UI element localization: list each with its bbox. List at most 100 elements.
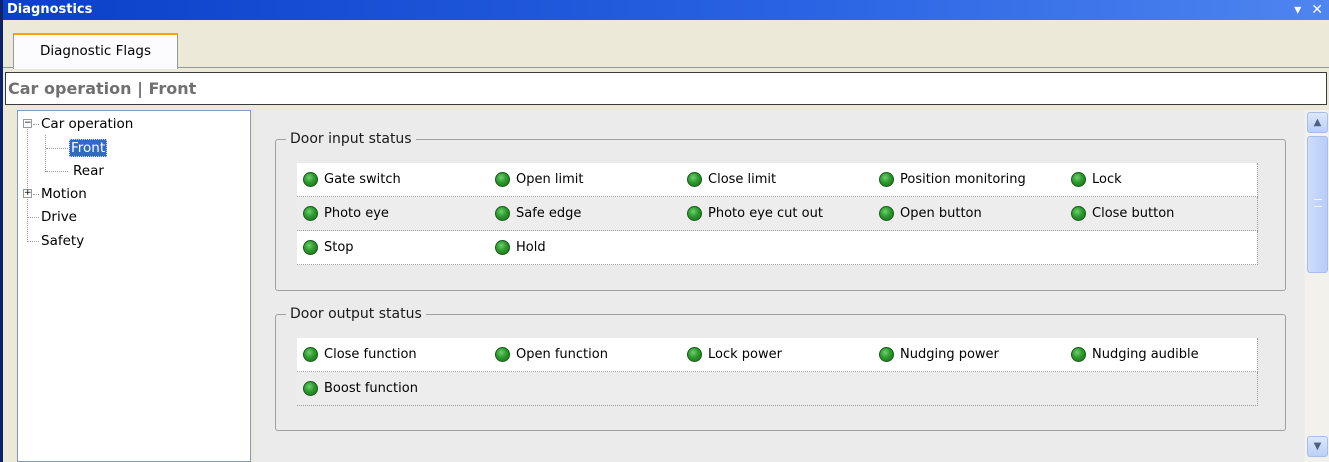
tree-connector: [33, 194, 39, 195]
status-led-icon: [687, 172, 702, 187]
tree-item-car-operation[interactable]: Car operation: [41, 114, 133, 134]
tree-connector: [27, 129, 28, 242]
flag-cell: Close button: [1065, 197, 1258, 231]
scroll-down-icon[interactable]: ▼: [1307, 436, 1328, 457]
expand-icon[interactable]: +: [23, 189, 32, 198]
empty-flag-cell: [1065, 372, 1258, 406]
breadcrumb: Car operation | Front: [5, 72, 1327, 105]
status-led-icon: [879, 347, 894, 362]
flag-label: Close button: [1092, 206, 1175, 221]
flag-label: Lock power: [708, 347, 782, 362]
status-led-icon: [495, 240, 510, 255]
empty-flag-cell: [1065, 231, 1258, 265]
status-led-icon: [303, 206, 318, 221]
flag-label: Hold: [516, 240, 546, 255]
empty-flag-cell: [681, 372, 874, 406]
tree-item-drive[interactable]: Drive: [41, 207, 77, 227]
door-output-status-group: Door output status Close function Open fu…: [275, 305, 1286, 431]
flag-label: Photo eye: [324, 206, 389, 221]
flag-label: Lock: [1092, 172, 1122, 187]
title-bar-buttons: ▾ ✕: [1294, 0, 1323, 20]
flag-label: Open limit: [516, 172, 584, 187]
tree-connector: [28, 241, 39, 242]
status-led-icon: [1071, 347, 1086, 362]
flag-label: Gate switch: [324, 172, 401, 187]
tree-connector: [46, 171, 68, 172]
navigation-tree[interactable]: − Car operation Front Rear + Motion Driv…: [17, 110, 251, 462]
flags-content-area: Door input status Gate switch Open limit C…: [254, 110, 1304, 462]
flag-cell: Photo eye: [297, 197, 490, 231]
flag-label: Open function: [516, 347, 608, 362]
status-led-icon: [303, 381, 318, 396]
flag-cell: Lock power: [681, 338, 874, 372]
flag-cell: Open function: [489, 338, 682, 372]
scrollbar-thumb[interactable]: [1307, 136, 1328, 273]
flag-cell: Nudging power: [873, 338, 1066, 372]
empty-flag-cell: [489, 372, 682, 406]
flag-cell: Close limit: [681, 163, 874, 197]
tree-connector: [46, 148, 68, 149]
flag-label: Stop: [324, 240, 354, 255]
flag-label: Photo eye cut out: [708, 206, 823, 221]
flag-label: Open button: [900, 206, 982, 221]
flag-cell: Photo eye cut out: [681, 197, 874, 231]
scroll-up-icon[interactable]: ▲: [1307, 112, 1328, 133]
door-input-flags-grid: Gate switch Open limit Close limit Position…: [297, 163, 1259, 265]
tree-item-rear[interactable]: Rear: [73, 161, 104, 181]
status-led-icon: [687, 206, 702, 221]
status-led-icon: [1071, 172, 1086, 187]
flag-label: Position monitoring: [900, 172, 1026, 187]
status-led-icon: [879, 206, 894, 221]
tree-connector: [45, 135, 46, 172]
tree-connector: [33, 124, 39, 125]
tree-item-label: Front: [69, 139, 108, 157]
grip-icon: [1314, 199, 1322, 207]
status-led-icon: [495, 206, 510, 221]
door-output-flags-grid: Close function Open function Lock power Nud…: [297, 338, 1259, 406]
status-led-icon: [303, 347, 318, 362]
flag-cell: Position monitoring: [873, 163, 1066, 197]
empty-flag-cell: [681, 231, 874, 265]
flag-cell: Gate switch: [297, 163, 490, 197]
empty-flag-cell: [873, 231, 1066, 265]
flag-cell: Stop: [297, 231, 490, 265]
flag-label: Close function: [324, 347, 417, 362]
flag-cell: Close function: [297, 338, 490, 372]
flag-cell: Boost function: [297, 372, 490, 406]
flag-cell: Safe edge: [489, 197, 682, 231]
empty-flag-cell: [873, 372, 1066, 406]
tree-item-front[interactable]: Front: [69, 138, 108, 158]
door-input-status-group: Door input status Gate switch Open limit C…: [275, 130, 1286, 291]
tree-item-motion[interactable]: Motion: [41, 184, 87, 204]
tree-item-safety[interactable]: Safety: [41, 231, 84, 251]
group-title: Door output status: [286, 305, 426, 323]
status-led-icon: [1071, 206, 1086, 221]
flag-label: Nudging power: [900, 347, 999, 362]
flag-cell: Hold: [489, 231, 682, 265]
status-led-icon: [495, 347, 510, 362]
flag-cell: Open limit: [489, 163, 682, 197]
status-led-icon: [879, 172, 894, 187]
tab-diagnostic-flags[interactable]: Diagnostic Flags: [13, 33, 178, 69]
collapse-icon[interactable]: −: [23, 119, 32, 128]
window-title: Diagnostics: [7, 2, 93, 17]
status-led-icon: [303, 240, 318, 255]
flag-label: Boost function: [324, 381, 418, 396]
tree-connector: [28, 217, 39, 218]
flag-label: Nudging audible: [1092, 347, 1199, 362]
close-icon[interactable]: ✕: [1311, 0, 1323, 20]
diagnostics-window: Diagnostics ▾ ✕ Diagnostic Flags Car ope…: [0, 0, 1329, 462]
flag-label: Close limit: [708, 172, 777, 187]
vertical-scrollbar[interactable]: ▲ ▼: [1304, 110, 1329, 462]
flag-cell: Open button: [873, 197, 1066, 231]
window-menu-icon[interactable]: ▾: [1294, 0, 1301, 20]
flag-label: Safe edge: [516, 206, 582, 221]
status-led-icon: [687, 347, 702, 362]
group-title: Door input status: [286, 130, 416, 148]
flag-cell: Nudging audible: [1065, 338, 1258, 372]
status-led-icon: [303, 172, 318, 187]
title-bar: Diagnostics ▾ ✕: [3, 0, 1329, 20]
flag-cell: Lock: [1065, 163, 1258, 197]
status-led-icon: [495, 172, 510, 187]
tab-strip: Diagnostic Flags: [3, 20, 1329, 69]
